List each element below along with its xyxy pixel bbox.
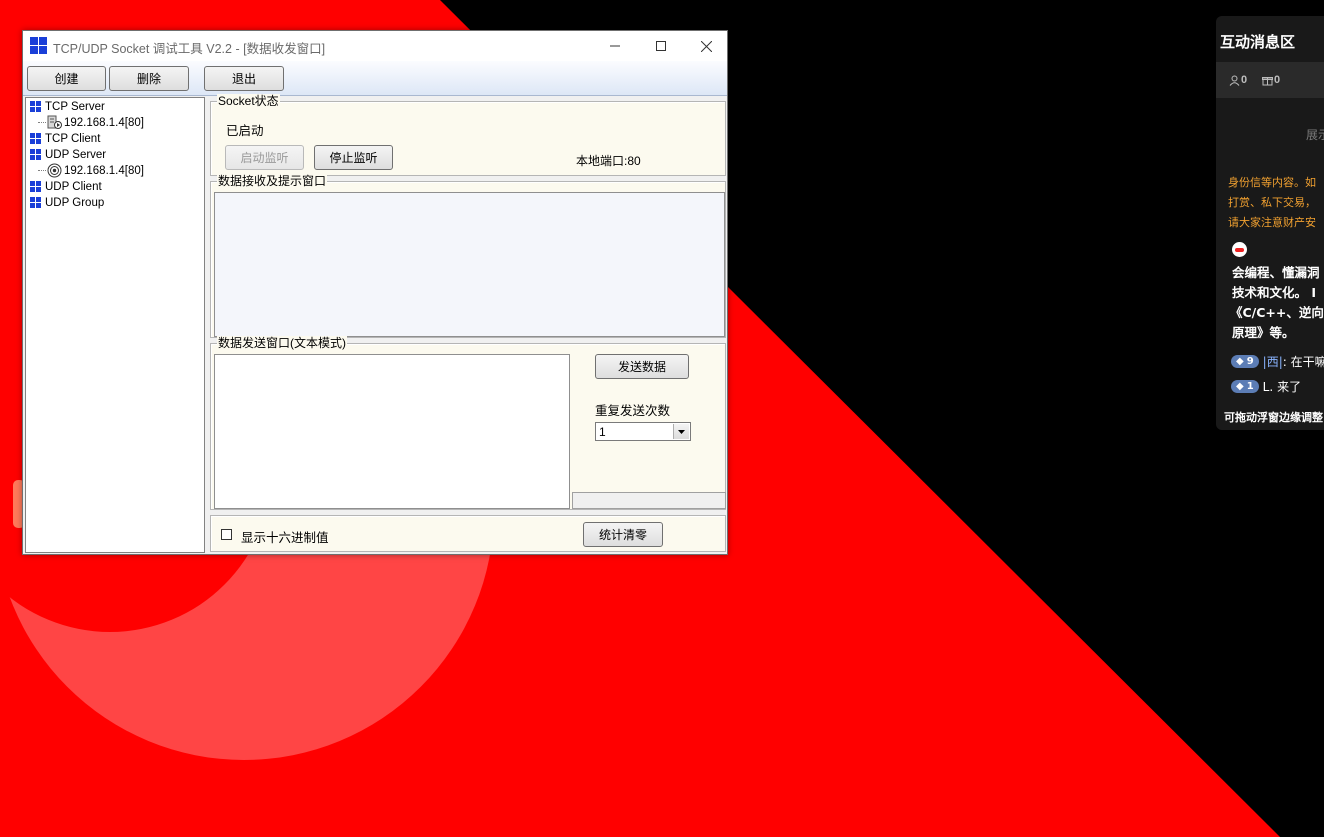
grid-icon — [30, 133, 41, 144]
tree-item-udp-server-connection[interactable]: 192.168.1.4[80] — [38, 163, 144, 178]
warning-line-3: 请大家注意财产安 — [1228, 216, 1316, 229]
close-button[interactable] — [683, 31, 729, 61]
socket-tool-window: TCP/UDP Socket 调试工具 V2.2 - [数据收发窗口] 创建 删… — [22, 30, 728, 555]
receive-group: 数据接收及提示窗口 — [210, 174, 726, 338]
panel-footer-hint: 可拖动浮窗边缘调整 — [1224, 411, 1323, 424]
fan-level-badge: ◆ 9 — [1231, 355, 1259, 368]
exit-button[interactable]: 退出 — [204, 66, 284, 91]
dropdown-arrow-icon[interactable] — [673, 424, 689, 439]
window-title: TCP/UDP Socket 调试工具 V2.2 - [数据收发窗口] — [53, 42, 326, 56]
repeat-count-select[interactable]: 1 — [595, 422, 691, 441]
bio-line-2: 技术和文化。 I — [1232, 285, 1317, 300]
warning-line-2: 打赏、私下交易， — [1228, 196, 1316, 209]
data-panel: Socket状态 已启动 启动监听 停止监听 本地端口:80 数据接收及提示窗口… — [208, 94, 727, 554]
chat-text: 来了 — [1277, 380, 1302, 394]
maximize-button[interactable] — [638, 31, 684, 61]
gift-icon — [1262, 76, 1273, 85]
grid-icon — [30, 101, 41, 112]
panel-title: 互动消息区 — [1220, 33, 1296, 51]
hex-label: 显示十六进制值 — [241, 531, 329, 545]
tree-item-tcp-server-connection[interactable]: 192.168.1.4[80] — [38, 115, 144, 130]
close-icon — [700, 40, 712, 52]
gift-count: 0 — [1262, 74, 1280, 86]
chat-message: ◆ 9 |西| : 在干嘛 — [1231, 353, 1324, 370]
send-label: 数据发送窗口(文本模式) — [217, 336, 347, 350]
bottom-options-bar: 显示十六进制值 统计清零 — [210, 515, 726, 552]
tree-node-udp-server[interactable]: UDP Server — [30, 147, 106, 162]
bio-line-4: 原理》等。 — [1232, 325, 1295, 340]
app-grid-icon — [30, 37, 47, 54]
warning-line-1: 身份信等内容。如 — [1228, 176, 1316, 189]
target-icon — [47, 163, 62, 178]
grid-icon — [30, 197, 41, 208]
create-button[interactable]: 创建 — [27, 66, 106, 91]
grid-icon — [30, 181, 41, 192]
display-text: 展示 — [1306, 128, 1324, 142]
fan-level-badge: ◆ 1 — [1231, 380, 1259, 393]
socket-status-value: 已启动 — [226, 124, 264, 138]
socket-tree[interactable]: TCP Server 192.168.1.4[80] TCP Client UD… — [25, 97, 205, 553]
viewer-count: 0 — [1229, 74, 1247, 86]
interaction-message-panel: 互动消息区 0 0 展示 身份信等内容。如 打赏、私下交易， 请大家注意财产安 … — [1216, 16, 1324, 430]
receive-textarea[interactable] — [214, 192, 725, 337]
reset-stats-button[interactable]: 统计清零 — [583, 522, 663, 547]
stats-bar: 0 0 — [1216, 62, 1324, 98]
tree-node-udp-group[interactable]: UDP Group — [30, 195, 104, 210]
title-bar[interactable]: TCP/UDP Socket 调试工具 V2.2 - [数据收发窗口] — [23, 31, 727, 61]
grid-icon — [30, 149, 41, 160]
minimize-button[interactable] — [592, 31, 638, 61]
server-connection-icon — [47, 115, 62, 129]
streamer-avatar — [1232, 242, 1247, 257]
chat-user[interactable]: L. — [1263, 380, 1274, 394]
minimize-icon — [610, 45, 620, 47]
receive-label: 数据接收及提示窗口 — [217, 174, 328, 188]
bio-line-1: 会编程、懂漏洞 — [1232, 265, 1320, 280]
chat-text: : 在干嘛 — [1282, 355, 1324, 369]
bio-line-3: 《C/C++、逆向 — [1230, 305, 1324, 320]
tree-node-tcp-server[interactable]: TCP Server — [30, 99, 105, 114]
toolbar: 创建 删除 退出 — [23, 61, 727, 96]
chat-user[interactable]: |西| — [1263, 353, 1283, 370]
diamond-icon: ◆ — [1236, 356, 1244, 367]
status-counter-field — [572, 492, 726, 509]
local-port: 本地端口:80 — [576, 154, 641, 168]
send-textarea[interactable] — [214, 354, 570, 509]
diamond-icon: ◆ — [1236, 381, 1244, 392]
chat-message: ◆ 1 L. 来了 — [1231, 378, 1301, 395]
delete-button[interactable]: 删除 — [109, 66, 189, 91]
socket-status-group: Socket状态 已启动 启动监听 停止监听 本地端口:80 — [210, 94, 726, 176]
start-listen-button[interactable]: 启动监听 — [225, 145, 304, 170]
maximize-icon — [656, 41, 666, 51]
socket-status-label: Socket状态 — [217, 94, 280, 108]
send-group: 数据发送窗口(文本模式) 发送数据 重复发送次数 1 — [210, 336, 726, 510]
stop-listen-button[interactable]: 停止监听 — [314, 145, 393, 170]
hex-checkbox[interactable] — [221, 529, 232, 540]
repeat-count-label: 重复发送次数 — [595, 404, 671, 418]
tree-node-udp-client[interactable]: UDP Client — [30, 179, 102, 194]
person-icon — [1229, 75, 1240, 86]
send-data-button[interactable]: 发送数据 — [595, 354, 689, 379]
tree-node-tcp-client[interactable]: TCP Client — [30, 131, 100, 146]
